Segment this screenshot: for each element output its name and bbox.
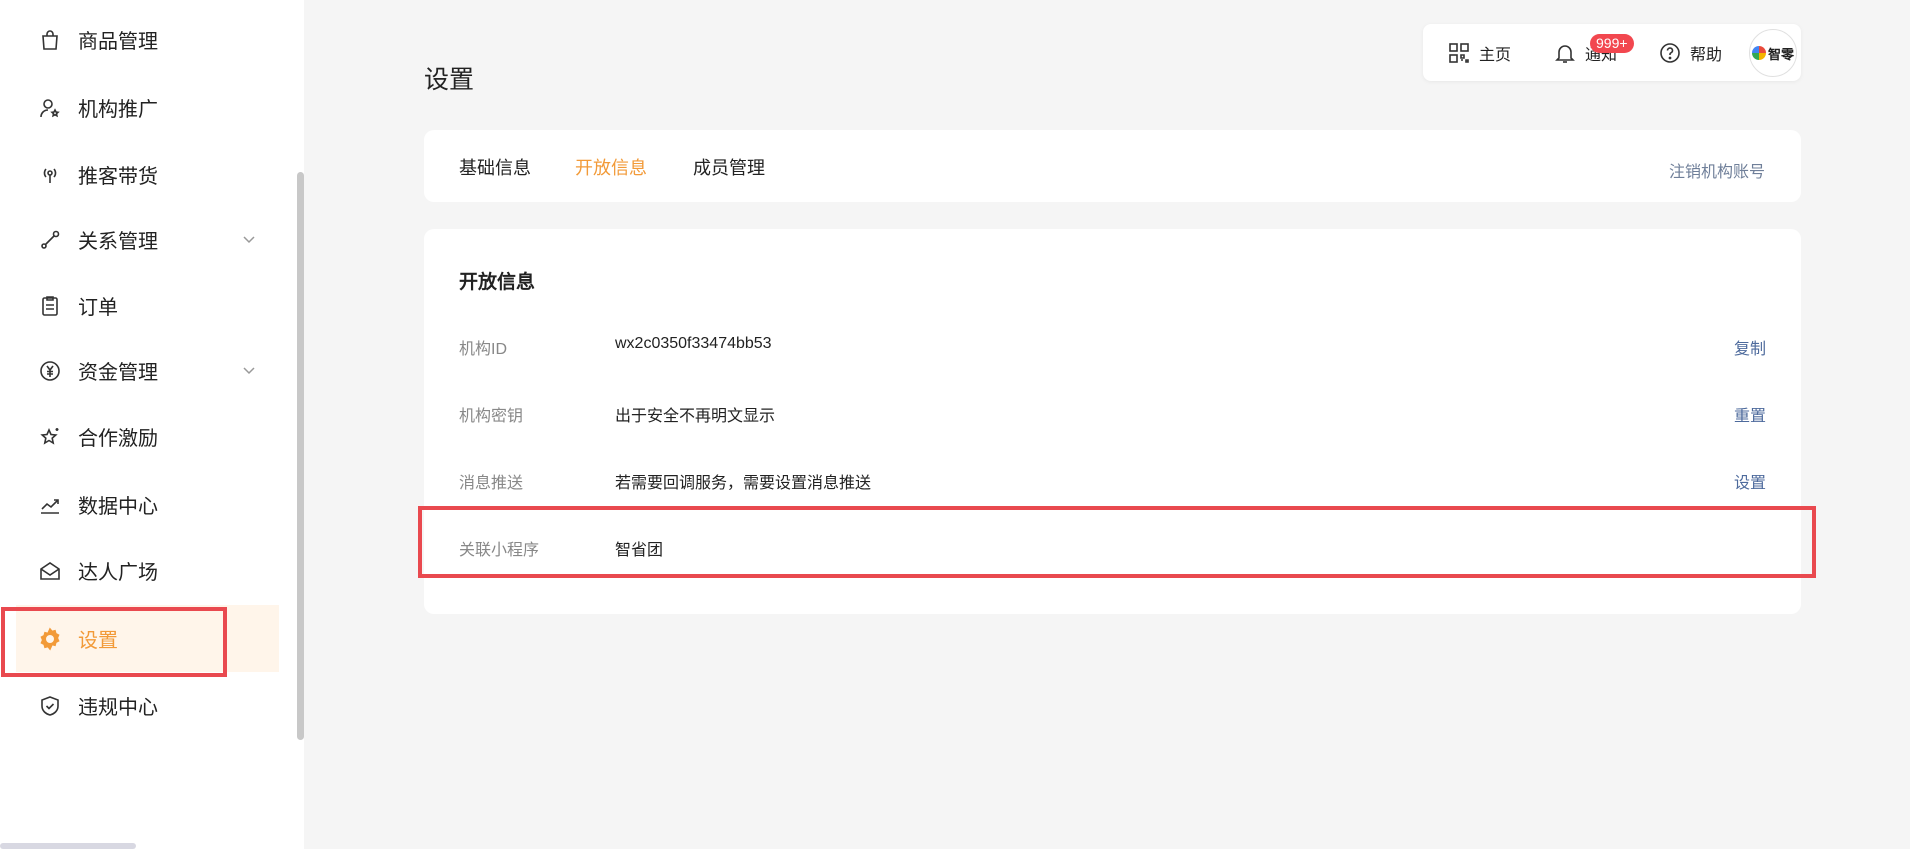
home-button[interactable]: 主页 [1447,41,1511,65]
tab-open-info[interactable]: 开放信息 [575,154,647,180]
row-label: 机构ID [459,341,508,358]
sidebar-item-incentives[interactable]: 合作激励 [16,403,279,470]
sidebar-item-label: 达人广场 [78,562,158,584]
user-star-icon [36,94,64,122]
tab-basic-info[interactable]: 基础信息 [459,154,531,180]
sidebar-item-label: 推客带货 [78,166,158,188]
relation-icon [36,226,64,254]
horizontal-scrollbar[interactable] [0,843,136,849]
help-label: 帮助 [1690,47,1723,64]
row-label: 机构密钥 [459,408,524,425]
message-push-value: 若需要回调服务，需要设置消息推送 [615,475,872,492]
configure-link[interactable]: 设置 [1734,469,1766,493]
sidebar-item-orders[interactable]: 订单 [16,272,279,339]
broadcast-icon [36,161,64,189]
tab-member-management[interactable]: 成员管理 [693,154,765,180]
sidebar-item-label: 订单 [78,297,118,319]
sidebar-item-influencer-plaza[interactable]: 达人广场 [16,537,279,604]
sidebar-item-data-center[interactable]: 数据中心 [16,471,279,538]
sidebar-item-label: 商品管理 [78,31,158,53]
home-label: 主页 [1479,47,1512,64]
info-row-org-id: 机构ID wx2c0350f33474bb53 复制 [459,313,1766,380]
deregister-account-link[interactable]: 注销机构账号 [1669,158,1765,182]
sidebar-item-label: 关系管理 [78,231,158,253]
mail-open-icon [36,557,64,585]
sidebar-item-relations[interactable]: 关系管理 [16,206,279,273]
sidebar-item-label: 机构推广 [78,99,158,121]
yen-coin-icon [36,357,64,385]
notification-badge: 999+ [1590,34,1634,53]
sidebar-item-label: 资金管理 [78,362,158,384]
trend-chart-icon [36,491,64,519]
brand-logo-icon [1751,46,1766,60]
avatar-text: 智零 [1767,46,1794,62]
page-title: 设置 [424,66,475,94]
chevron-down-icon[interactable] [241,361,257,384]
shield-check-icon [36,692,64,720]
avatar[interactable]: 智零 [1749,29,1797,77]
info-row-org-secret: 机构密钥 出于安全不再明文显示 重置 [459,380,1766,447]
linked-miniprogram-highlight-box [418,506,1816,578]
tabs-bar: 基础信息 开放信息 成员管理 注销机构账号 [424,130,1801,202]
help-circle-icon [1660,43,1680,63]
reset-link[interactable]: 重置 [1734,402,1766,426]
org-id-value: wx2c0350f33474bb53 [615,335,772,352]
section-title: 开放信息 [459,272,536,293]
sidebar-item-products[interactable]: 商品管理 [16,6,279,73]
copy-link[interactable]: 复制 [1734,335,1766,359]
shopping-bag-icon [36,26,64,54]
clipboard-icon [36,292,64,320]
star-sparkle-icon [36,423,64,451]
bell-icon [1555,45,1575,63]
help-button[interactable]: 帮助 [1658,41,1722,65]
sidebar-item-promotion[interactable]: 机构推广 [16,74,279,141]
sidebar-item-promoter-sales[interactable]: 推客带货 [16,141,279,208]
qr-code-icon [1449,43,1469,63]
org-secret-value: 出于安全不再明文显示 [615,408,776,425]
sidebar-item-violations[interactable]: 违规中心 [16,672,279,739]
sidebar-item-label: 违规中心 [78,697,158,719]
settings-highlight-box [1,607,227,677]
chevron-down-icon[interactable] [241,230,257,253]
info-row-message-push: 消息推送 若需要回调服务，需要设置消息推送 设置 [459,447,1766,514]
sidebar-item-label: 合作激励 [78,428,158,450]
sidebar-item-label: 数据中心 [78,496,158,518]
row-label: 消息推送 [459,475,524,492]
sidebar: 商品管理 机构推广 推客带货 关系管理 订单 资金管理 合作激励 数据中心 达人… [0,0,304,849]
sidebar-scrollbar[interactable] [297,172,304,740]
sidebar-item-funds[interactable]: 资金管理 [16,337,279,404]
